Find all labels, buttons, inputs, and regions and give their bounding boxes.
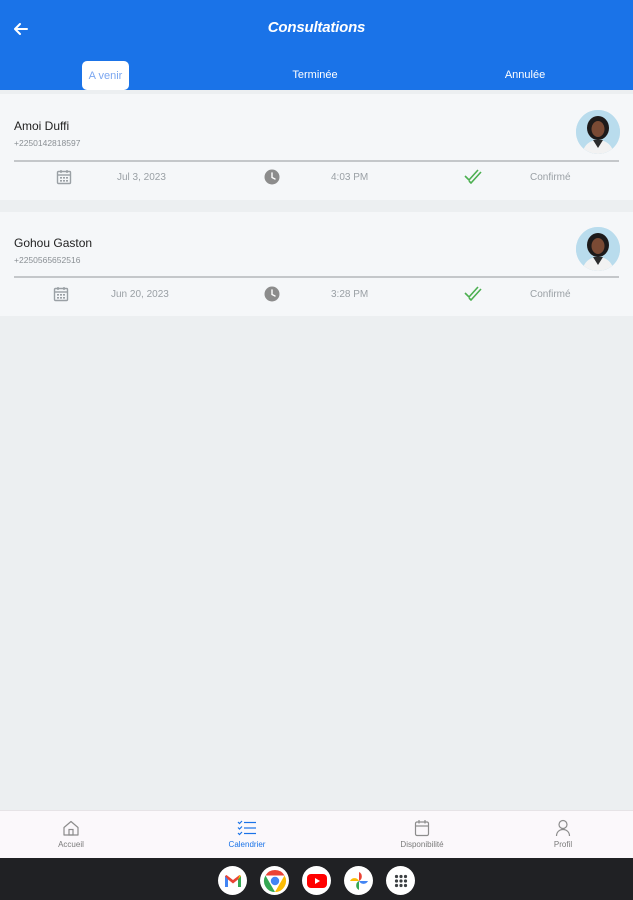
person-icon [555, 819, 571, 837]
tab-annulee[interactable]: Annulée [492, 61, 558, 89]
divider [14, 160, 619, 162]
tab-a-venir[interactable]: A venir [82, 61, 129, 90]
nav-item-accueil[interactable]: Accueil [48, 811, 94, 859]
gmail-icon [224, 874, 241, 887]
tab-terminee[interactable]: Terminée [280, 61, 350, 89]
patient-name: Amoi Duffi [14, 119, 70, 133]
app-drawer-button[interactable] [386, 866, 415, 895]
avatar [576, 110, 620, 154]
nav-item-disponibilite[interactable]: Disponibilité [394, 811, 450, 859]
nav-label: Profil [553, 840, 573, 849]
youtube-app-icon[interactable] [302, 866, 331, 895]
appointment-date: Jul 3, 2023 [117, 172, 166, 183]
app-grid-icon [394, 874, 407, 887]
appointment-date: Jun 20, 2023 [111, 289, 169, 300]
calendar-icon [52, 285, 70, 303]
checklist-icon [237, 820, 256, 836]
home-icon [63, 820, 79, 836]
clock-icon [263, 168, 281, 186]
appointment-time: 3:28 PM [331, 289, 369, 300]
appointment-card[interactable]: Amoi Duffi +2250142818597 Jul 3, 2023 4:… [0, 94, 633, 200]
avatar [576, 227, 620, 271]
nav-label: Calendrier [228, 840, 266, 849]
calendar-icon [55, 168, 73, 186]
bottom-navigation: Accueil Calendrier Disponibilité Profil [0, 810, 633, 858]
clock-icon [263, 285, 281, 303]
patient-name: Gohou Gaston [14, 236, 93, 250]
appointment-status: Confirmé [530, 289, 571, 300]
photos-app-icon[interactable] [344, 866, 373, 895]
nav-label: Disponibilité [400, 840, 444, 849]
system-taskbar [0, 858, 633, 900]
photos-icon [349, 871, 368, 890]
chrome-app-icon[interactable] [260, 866, 289, 895]
app-bar: Consultations A venir Terminée Annulée [0, 0, 633, 90]
page-title: Consultations [267, 19, 366, 36]
nav-item-profil[interactable]: Profil [546, 811, 580, 859]
calendar-icon [414, 820, 430, 837]
nav-label: Accueil [58, 840, 84, 849]
youtube-icon [306, 873, 327, 888]
appointment-time: 4:03 PM [331, 172, 369, 183]
gmail-app-icon[interactable] [218, 866, 247, 895]
divider [14, 276, 619, 278]
appointment-card[interactable]: Gohou Gaston +2250565652516 Jun 20, 2023… [0, 212, 633, 316]
double-check-icon [464, 167, 482, 185]
patient-phone: +2250142818597 [14, 138, 81, 148]
nav-item-calendrier[interactable]: Calendrier [220, 811, 274, 859]
patient-phone: +2250565652516 [14, 255, 81, 265]
appointment-status: Confirmé [530, 172, 571, 183]
double-check-icon [464, 284, 482, 302]
chrome-icon [263, 869, 286, 892]
